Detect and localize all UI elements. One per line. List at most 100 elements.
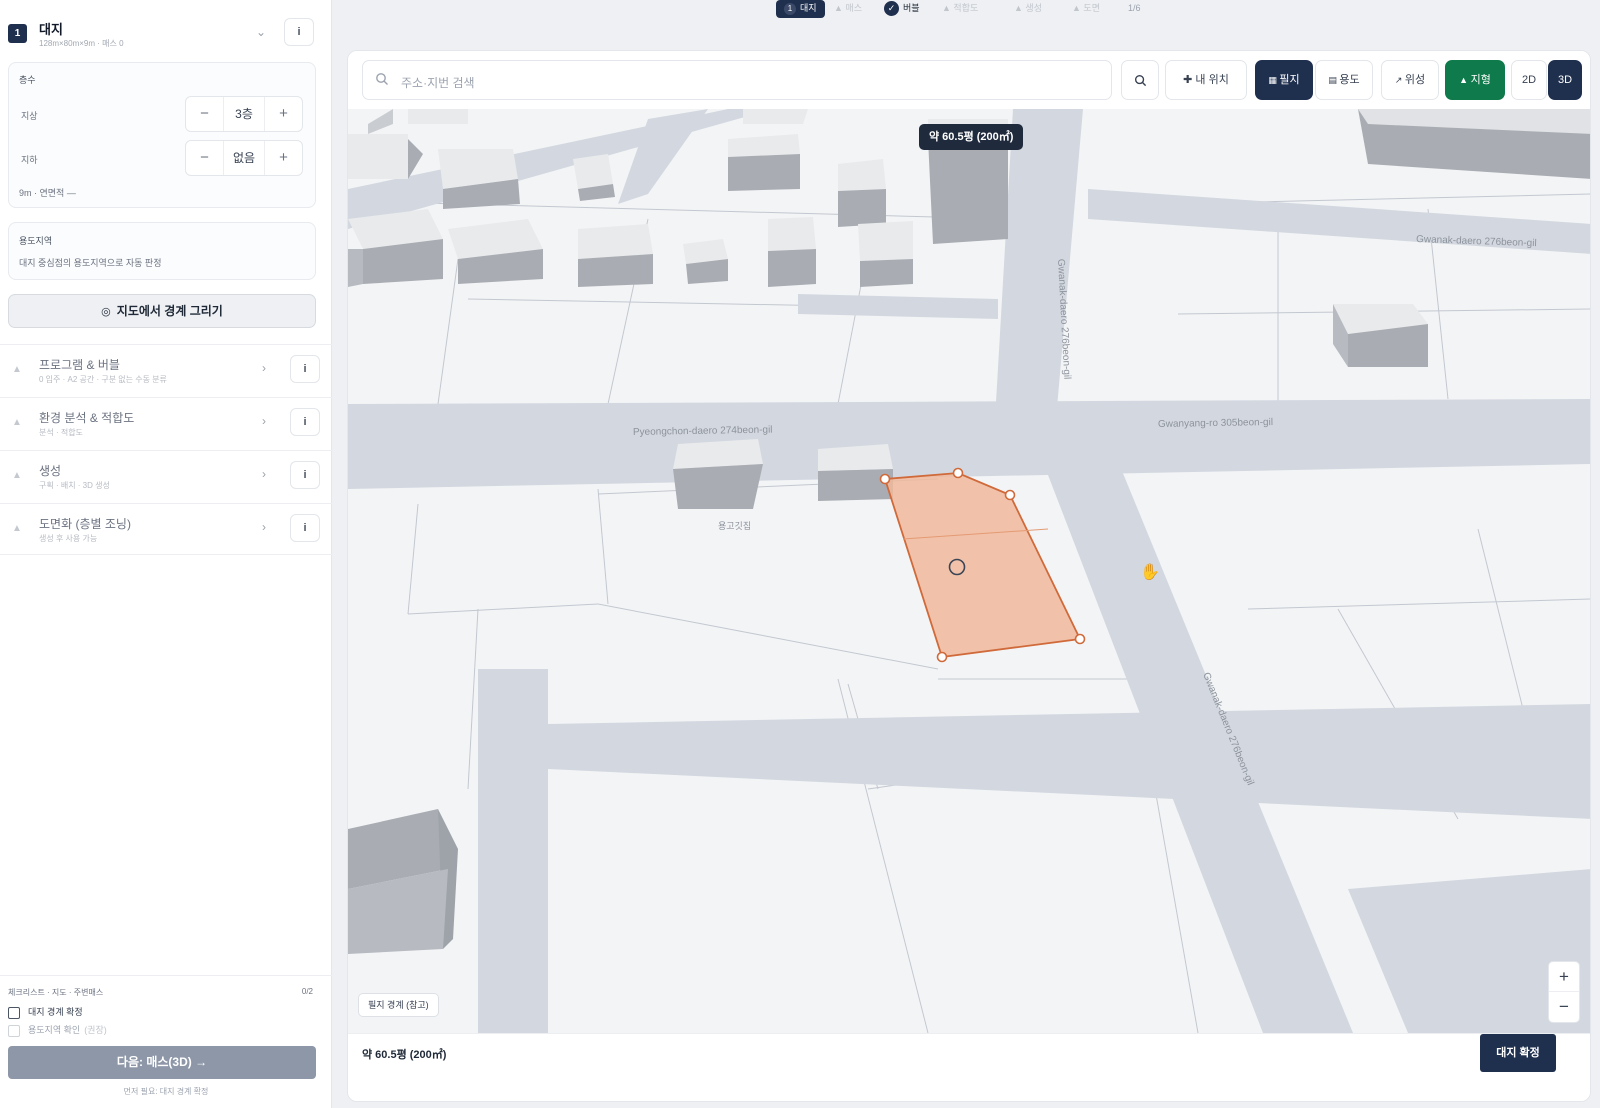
zoom-out-button[interactable]: − [1549, 992, 1579, 1022]
info-button[interactable]: i [284, 18, 314, 46]
zoom-control: + − [1548, 961, 1580, 1023]
layer-label: 필지 [1279, 74, 1300, 86]
check-icon: ✓ [884, 1, 899, 17]
tab-drawing[interactable]: ▲ 도면 [1072, 0, 1100, 18]
nav-item-title: 생성 [39, 464, 62, 478]
section-title: 대지 [39, 22, 63, 37]
map-toolbar: 주소·지번 검색 ✚ 내 위치 ▦ 필지 ▤ 용도 ↗ 위성 ▲ 지형 2D 3… [348, 51, 1590, 109]
tab-generate[interactable]: ▲ 생성 [1014, 0, 1042, 18]
tab-label: 도면 [1083, 3, 1100, 13]
mode-3d-button[interactable]: 3D [1548, 60, 1582, 100]
crosshair-icon: ✚ [1183, 74, 1196, 86]
chevron-right-icon: › [262, 520, 266, 534]
layer-terrain-button[interactable]: ▲ 지형 [1445, 60, 1505, 100]
search-icon [376, 73, 388, 85]
floors-title: 층수 [19, 75, 36, 85]
parcel-boundary-note: 필지 경계 (참고) [358, 993, 439, 1017]
above-ground-stepper: − 3층 + [185, 96, 303, 132]
info-button[interactable]: i [290, 514, 320, 542]
vertex-handle[interactable] [952, 467, 964, 479]
tab-label: 적합도 [953, 3, 979, 13]
vertex-handle[interactable] [879, 473, 891, 485]
vertex-handle[interactable] [1004, 489, 1016, 501]
nav-item-title: 도면화 (층별 조닝) [39, 517, 131, 531]
address-search[interactable]: 주소·지번 검색 [362, 60, 1112, 100]
above-ground-label: 지상 [21, 111, 38, 121]
chevron-right-icon: › [262, 414, 266, 428]
layer-label: 용도 [1339, 74, 1360, 86]
step-counter: 1/6 [1128, 3, 1141, 13]
poi-label: 용고깃집 [718, 520, 751, 531]
layer-parcel-button[interactable]: ▦ 필지 [1255, 60, 1313, 100]
vertex-handle[interactable] [1074, 633, 1086, 645]
nav-item-sub: 0 입주 · A2 공간 · 구분 없는 수동 분류 [39, 375, 167, 384]
map-canvas[interactable]: Pyeongchon-daero 274beon-gil Gwanyang-ro… [348, 109, 1591, 1033]
nav-item-sub: 생성 후 사용 가능 [39, 534, 98, 543]
map-3d-view[interactable]: Pyeongchon-daero 274beon-gil Gwanyang-ro… [348, 109, 1591, 1033]
section-header-site[interactable]: 1 대지 128m×80m×9m · 매스 0 ⌄ i [0, 14, 332, 56]
sidebar: 1 대지 128m×80m×9m · 매스 0 ⌄ i 층수 지상 − 3층 +… [0, 0, 332, 1108]
nav-item-environment[interactable]: ▲ 환경 분석 & 적합도 분석 · 적합도 › i [0, 397, 332, 449]
tab-bubble[interactable]: ✓ 버블 [884, 0, 920, 18]
checkbox[interactable] [8, 1006, 20, 1019]
draw-boundary-button[interactable]: ◎ 지도에서 경계 그리기 [8, 294, 316, 328]
nav-item-title: 환경 분석 & 적합도 [39, 411, 135, 425]
lock-icon: ▲ [12, 523, 22, 534]
next-step-button[interactable]: 다음: 매스(3D) → [8, 1046, 316, 1079]
decrement-button[interactable]: − [186, 141, 224, 175]
lock-icon: ▲ [12, 417, 22, 428]
layer-satellite-button[interactable]: ↗ 위성 [1381, 60, 1439, 100]
map-panel: 주소·지번 검색 ✚ 내 위치 ▦ 필지 ▤ 용도 ↗ 위성 ▲ 지형 2D 3… [347, 50, 1591, 1102]
lock-icon: ▲ [942, 3, 954, 13]
info-button[interactable]: i [290, 461, 320, 489]
mode-2d-button[interactable]: 2D [1511, 60, 1547, 100]
nav-item-generate[interactable]: ▲ 생성 구획 · 배치 · 3D 생성 › i [0, 450, 332, 502]
tab-fitness[interactable]: ▲ 적합도 [942, 0, 978, 18]
tab-mass[interactable]: ▲ 매스 [834, 0, 862, 18]
lock-icon: ▲ [1014, 3, 1026, 13]
floors-card: 층수 지상 − 3층 + 지하 − 없음 + 9m · 연면적 — [8, 62, 316, 208]
my-location-button[interactable]: ✚ 내 위치 [1165, 60, 1247, 100]
chevron-right-icon: › [262, 361, 266, 375]
increment-button[interactable]: + [264, 97, 302, 131]
nav-item-program[interactable]: ▲ 프로그램 & 버블 0 입주 · A2 공간 · 구분 없는 수동 분류 ›… [0, 344, 332, 396]
info-button[interactable]: i [290, 355, 320, 383]
checklist-item-label: 용도지역 확인 [28, 1025, 81, 1035]
below-ground-value: 없음 [232, 151, 256, 165]
checkbox[interactable] [8, 1024, 20, 1037]
zoning-title: 용도지역 [19, 236, 53, 246]
checklist-title: 체크리스트 · 지도 · 주변매스 [8, 988, 104, 997]
nav-item-title: 프로그램 & 버블 [39, 358, 120, 372]
layer-zoning-button[interactable]: ▤ 용도 [1315, 60, 1373, 100]
lock-icon: ▲ [1072, 3, 1084, 13]
zoning-card: 용도지역 대지 중심점의 용도지역으로 자동 판정 [8, 222, 316, 280]
info-button[interactable]: i [290, 408, 320, 436]
increment-button[interactable]: + [264, 141, 302, 175]
checklist-item-label: 대지 경계 확정 [28, 1007, 83, 1017]
hand-cursor-icon: ✋ [1140, 562, 1160, 581]
floors-note: 9m · 연면적 — [19, 188, 76, 198]
checklist-count: 0/2 [301, 987, 313, 996]
area-tooltip: 약 60.5평 (200㎡) [919, 124, 1024, 150]
step-tabs: 1 대지 ▲ 매스 ✓ 버블 ▲ 적합도 ▲ 생성 ▲ 도면 1/6 [776, 0, 1416, 18]
lock-icon: ▲ [834, 3, 846, 13]
decrement-button[interactable]: − [186, 97, 224, 131]
tab-site[interactable]: 1 대지 [776, 0, 825, 18]
zoom-in-button[interactable]: + [1549, 962, 1579, 992]
street-label: Gwanyang-ro 305beon-gil [1158, 417, 1273, 430]
search-input[interactable]: 주소·지번 검색 [401, 74, 475, 91]
checklist-item[interactable]: 용도지역 확인 (권장) [8, 1023, 107, 1037]
layer-label: 위성 [1404, 74, 1426, 86]
chevron-down-icon[interactable]: ⌄ [256, 25, 266, 39]
checklist-item[interactable]: 대지 경계 확정 [8, 1005, 83, 1019]
tab-label: 생성 [1025, 3, 1042, 13]
target-icon: ◎ [101, 306, 111, 318]
nav-item-drawing[interactable]: ▲ 도면화 (층별 조닝) 생성 후 사용 가능 › i [0, 503, 332, 555]
confirm-site-button[interactable]: 대지 확정 [1480, 1034, 1556, 1072]
draw-boundary-label: 지도에서 경계 그리기 [116, 304, 223, 318]
vertex-handle[interactable] [936, 651, 948, 663]
next-step-hint: 먼저 필요: 대지 경계 확정 [123, 1087, 209, 1096]
nav-item-sub: 구획 · 배치 · 3D 생성 [39, 481, 110, 490]
zoning-note: 대지 중심점의 용도지역으로 자동 판정 [19, 258, 162, 268]
search-button[interactable] [1121, 60, 1159, 100]
